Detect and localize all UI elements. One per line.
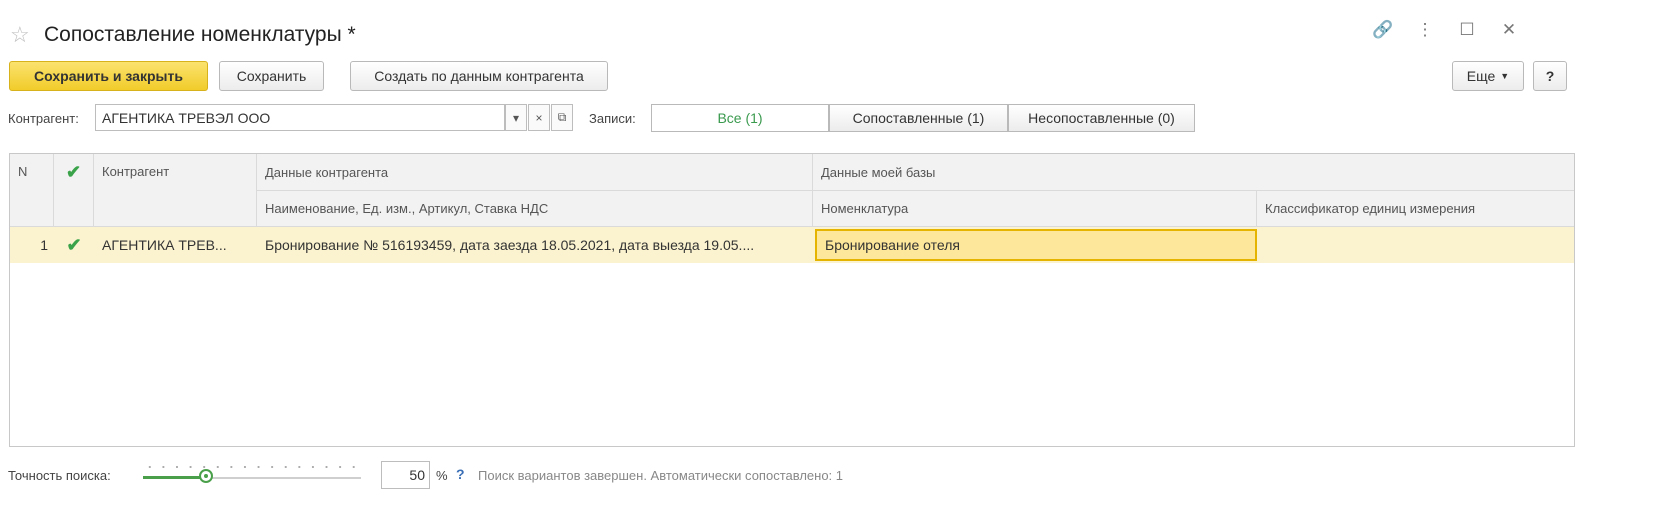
row-number: 1 <box>40 237 48 253</box>
segment-matched[interactable]: Сопоставленные (1) <box>829 104 1008 132</box>
slider-ticks <box>143 464 361 470</box>
table-row[interactable]: 1 ✔ АГЕНТИКА ТРЕВ... Бронирование № 5161… <box>10 227 1574 263</box>
column-header-n[interactable]: N <box>10 154 54 227</box>
checkmark-icon: ✔ <box>66 234 82 255</box>
link-icon[interactable]: 🔗 <box>1372 20 1394 40</box>
row-counterparty[interactable]: АГЕНТИКА ТРЕВ... <box>94 227 257 263</box>
more-icon[interactable]: ⋮ <box>1414 20 1436 40</box>
clear-icon[interactable]: × <box>528 104 550 131</box>
window-controls: 🔗 ⋮ ☐ ✕ <box>1372 20 1520 40</box>
counterparty-label: Контрагент: <box>8 111 79 126</box>
accuracy-slider-handle[interactable] <box>199 469 214 483</box>
column-header-unit-classifier[interactable]: Классификатор единиц измерения <box>1257 191 1574 227</box>
help-icon[interactable]: ? <box>456 466 465 482</box>
group-header-my-base: Данные моей базы <box>813 154 1574 191</box>
checkmark-icon: ✔ <box>65 162 82 182</box>
row-nomenclature[interactable]: Бронирование отеля <box>815 229 1257 261</box>
accuracy-label: Точность поиска: <box>8 468 111 483</box>
maximize-icon[interactable]: ☐ <box>1456 20 1478 40</box>
row-check[interactable]: ✔ <box>54 227 94 263</box>
row-unit-classifier[interactable] <box>1257 227 1574 263</box>
column-header-counterparty-data[interactable]: Наименование, Ед. изм., Артикул, Ставка … <box>257 191 813 227</box>
records-label: Записи: <box>589 111 636 126</box>
save-and-close-button[interactable]: Сохранить и закрыть <box>9 61 208 91</box>
counterparty-field[interactable]: АГЕНТИКА ТРЕВЭЛ ООО <box>95 104 505 131</box>
column-header-nomenclature[interactable]: Номенклатура <box>813 191 1257 227</box>
row-description[interactable]: Бронирование № 516193459, дата заезда 18… <box>257 227 813 263</box>
mapping-table: N ✔ Контрагент Данные контрагента Наимен… <box>9 153 1575 447</box>
column-header-check[interactable]: ✔ <box>54 154 94 227</box>
chevron-down-icon: ▼ <box>1500 71 1510 81</box>
segment-all[interactable]: Все (1) <box>651 104 829 132</box>
dropdown-icon[interactable]: ▾ <box>505 104 527 131</box>
save-button[interactable]: Сохранить <box>219 61 324 91</box>
more-button[interactable]: Еще ▼ <box>1452 61 1524 91</box>
open-link-icon[interactable]: ⧉ <box>551 104 573 131</box>
window-title: Сопоставление номенклатуры * <box>44 23 356 46</box>
percent-sign: % <box>436 468 448 483</box>
accuracy-input[interactable]: 50 <box>381 461 430 489</box>
segment-unmatched[interactable]: Несопоставленные (0) <box>1008 104 1195 132</box>
accuracy-slider-fill <box>143 476 207 479</box>
group-header-counterparty-data: Данные контрагента <box>257 154 813 191</box>
help-button[interactable]: ? <box>1533 61 1567 91</box>
close-icon[interactable]: ✕ <box>1498 20 1520 40</box>
more-button-label: Еще <box>1466 68 1496 84</box>
favorite-star-icon[interactable]: ☆ <box>10 22 36 48</box>
search-status: Поиск вариантов завершен. Автоматически … <box>478 468 844 483</box>
column-header-counterparty[interactable]: Контрагент <box>94 154 257 227</box>
title-bar: ☆ Сопоставление номенклатуры * <box>10 18 356 52</box>
create-from-counterparty-button[interactable]: Создать по данным контрагента <box>350 61 608 91</box>
